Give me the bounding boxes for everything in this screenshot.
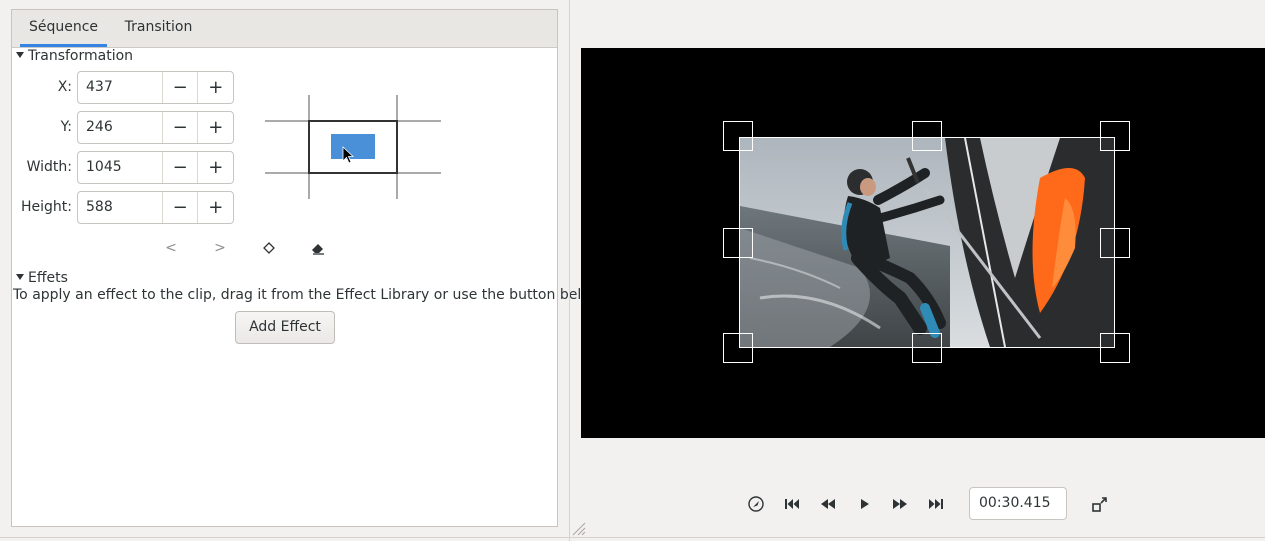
pane-splitter[interactable] [569, 0, 570, 541]
timecode-field[interactable]: 00:30.415 [969, 487, 1067, 520]
x-label: X: [57, 79, 72, 95]
y-spinbox: 246 − + [77, 111, 234, 144]
x-decrement-button[interactable]: − [163, 72, 199, 103]
video-monitor[interactable] [581, 48, 1265, 438]
y-input[interactable]: 246 [78, 112, 163, 143]
position-preview-widget[interactable] [265, 95, 441, 199]
height-label: Height: [21, 199, 72, 215]
height-decrement-button[interactable]: − [163, 192, 199, 223]
remove-keyframe-button[interactable] [307, 238, 329, 258]
tab-bar: Séquence Transition [12, 10, 557, 48]
windsurfer-image [740, 138, 1114, 347]
handle-top-center[interactable] [912, 121, 942, 151]
eraser-icon [312, 244, 324, 255]
previous-keyframe-button[interactable]: < [160, 238, 182, 258]
rewind-icon[interactable] [817, 493, 839, 515]
resize-grip-icon[interactable] [571, 521, 587, 537]
handle-bottom-left[interactable] [723, 333, 753, 363]
effects-hint-text: To apply an effect to the clip, drag it … [13, 287, 605, 303]
handle-bottom-center[interactable] [912, 333, 942, 363]
preview-rect [331, 134, 375, 159]
play-icon[interactable] [853, 493, 875, 515]
transformation-header-label: Transformation [28, 48, 134, 64]
effects-header-label: Effets [28, 270, 68, 286]
fullscreen-icon[interactable] [1089, 493, 1111, 515]
handle-middle-left[interactable] [723, 228, 753, 258]
y-decrement-button[interactable]: − [163, 112, 199, 143]
add-keyframe-button[interactable] [258, 238, 280, 258]
y-increment-button[interactable]: + [198, 112, 233, 143]
fast-forward-icon[interactable] [889, 493, 911, 515]
next-keyframe-button[interactable]: > [209, 238, 231, 258]
add-effect-button[interactable]: Add Effect [235, 311, 335, 344]
y-label: Y: [60, 119, 72, 135]
tab-sequence[interactable]: Séquence [20, 10, 107, 47]
skip-to-end-icon[interactable] [925, 493, 947, 515]
width-label: Width: [26, 159, 72, 175]
handle-middle-right[interactable] [1100, 228, 1130, 258]
bottom-border [0, 537, 1265, 538]
width-decrement-button[interactable]: − [163, 152, 199, 183]
properties-panel: Séquence Transition Transformation X: 43… [11, 9, 604, 527]
height-input[interactable]: 588 [78, 192, 163, 223]
x-spinbox: 437 − + [77, 71, 234, 104]
x-increment-button[interactable]: + [198, 72, 233, 103]
diamond-icon [263, 242, 275, 254]
snap-icon[interactable] [745, 493, 767, 515]
transformation-header[interactable]: Transformation [16, 47, 133, 65]
handle-top-left[interactable] [723, 121, 753, 151]
skip-to-start-icon[interactable] [781, 493, 803, 515]
expander-down-icon [16, 52, 24, 58]
video-frame[interactable] [739, 137, 1115, 348]
width-increment-button[interactable]: + [198, 152, 233, 183]
height-spinbox: 588 − + [77, 191, 234, 224]
height-increment-button[interactable]: + [198, 192, 233, 223]
width-input[interactable]: 1045 [78, 152, 163, 183]
handle-bottom-right[interactable] [1100, 333, 1130, 363]
width-spinbox: 1045 − + [77, 151, 234, 184]
tab-transition[interactable]: Transition [116, 10, 201, 47]
effects-header[interactable]: Effets [16, 269, 68, 287]
handle-top-right[interactable] [1100, 121, 1130, 151]
x-input[interactable]: 437 [78, 72, 163, 103]
expander-down-icon [16, 274, 24, 280]
